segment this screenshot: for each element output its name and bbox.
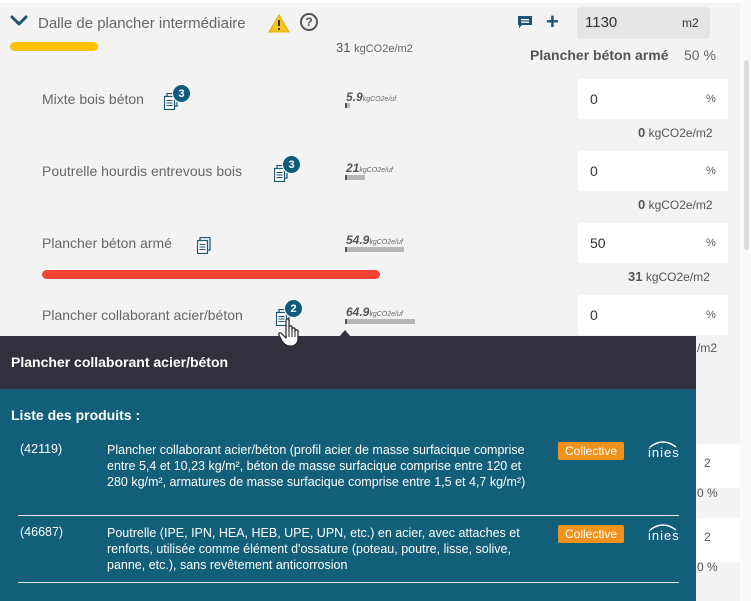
product-id: (46687) xyxy=(20,525,64,539)
row-label: Mixte bois béton xyxy=(42,91,144,107)
row-impact-value: 5.9 xyxy=(346,90,363,104)
product-count-badge[interactable]: 2 xyxy=(284,299,303,318)
section-title[interactable]: Dalle de plancher intermédiaire xyxy=(38,15,246,32)
popover-title: Plancher collaborant acier/béton xyxy=(11,354,229,370)
product-count-badge[interactable]: 3 xyxy=(172,84,191,103)
row-result: 0 kgCO2e/m2 xyxy=(638,125,713,140)
row-result-unit: /m2 xyxy=(697,341,718,355)
section-impact: 31 kgCO2e/m2 xyxy=(336,40,413,55)
product-id: (42119) xyxy=(20,442,63,456)
product-tag: Collective xyxy=(558,525,625,543)
row-label: Plancher béton armé xyxy=(42,235,172,251)
row-impact-value: 64.9 xyxy=(346,305,370,319)
row-result-unit: kgCO2e/m2 xyxy=(645,270,710,284)
area-unit: m2 xyxy=(682,16,699,30)
background-percent: 0 % xyxy=(697,486,718,500)
percent-value[interactable]: 0 xyxy=(590,91,598,107)
row-impact-bar xyxy=(345,175,365,180)
row-impact-bar xyxy=(345,247,404,252)
row-impact-unit: kgCO2e/uf xyxy=(369,311,403,318)
row-impact-value: 54.9 xyxy=(346,233,370,247)
row-impact-unit: kgCO2e/uf xyxy=(362,96,397,103)
add-icon[interactable]: + xyxy=(546,9,559,35)
product-tag: Collective xyxy=(558,442,625,460)
row-impact-bar xyxy=(345,319,415,324)
row-impact: 64.9kgCO2e/uf xyxy=(346,305,403,319)
product-description: Poutrelle (IPE, IPN, HEA, HEB, UPE, UPN,… xyxy=(107,526,520,572)
product-separator xyxy=(18,515,679,516)
section-impact-unit: kgCO2e/m2 xyxy=(354,43,413,55)
scrollbar-thumb[interactable] xyxy=(744,60,749,250)
comment-icon[interactable] xyxy=(517,15,533,29)
chevron-down-icon[interactable] xyxy=(10,14,28,28)
row-impact-bar xyxy=(345,103,350,108)
row-impact-unit: kgCO2e/uf xyxy=(359,167,393,174)
background-unit: 2 xyxy=(704,456,711,470)
background-card xyxy=(696,444,740,488)
row-result-value: 0 xyxy=(638,197,646,212)
product-count-badge[interactable]: 3 xyxy=(282,155,301,174)
row-label: Plancher collaborant acier/béton xyxy=(42,307,243,323)
background-unit: 2 xyxy=(704,530,711,544)
product-source: inies xyxy=(648,445,680,460)
product-source: inies xyxy=(648,528,680,543)
row-impact: 21kgCO2e/uf xyxy=(346,161,393,175)
row-result-value: 31 xyxy=(628,269,643,284)
row-result-unit: kgCO2e/m2 xyxy=(648,126,713,140)
row-impact: 54.9kgCO2e/uf xyxy=(346,233,403,247)
main-material-percent: 50 % xyxy=(684,47,716,63)
row-result-unit: kgCO2e/m2 xyxy=(648,198,713,212)
hand-cursor-icon xyxy=(278,318,299,347)
row-result: 31 kgCO2e/m2 xyxy=(628,269,710,284)
background-card xyxy=(696,518,740,562)
percent-value[interactable]: 0 xyxy=(590,163,598,179)
percent-unit: % xyxy=(706,309,716,321)
row-result: 0 kgCO2e/m2 xyxy=(638,197,713,212)
percent-unit: % xyxy=(706,93,716,105)
product-separator xyxy=(18,582,679,583)
section-progress-bar xyxy=(10,42,98,51)
row-result-value: 0 xyxy=(638,125,646,140)
warning-icon xyxy=(268,14,290,33)
row-impact-unit: kgCO2e/uf xyxy=(369,239,403,246)
percent-unit: % xyxy=(706,237,716,249)
area-value[interactable]: 1130 xyxy=(585,14,617,31)
row-impact: 5.9kgCO2e/uf xyxy=(346,90,396,104)
top-border xyxy=(0,0,740,3)
main-material-label: Plancher béton armé xyxy=(530,47,669,63)
percent-unit: % xyxy=(706,165,716,177)
percent-value[interactable]: 0 xyxy=(590,307,598,323)
row-share-bar xyxy=(42,270,380,279)
row-impact-value: 21 xyxy=(346,161,360,175)
background-percent: 0 % xyxy=(697,560,718,574)
section-impact-value: 31 xyxy=(336,40,351,55)
row-label: Poutrelle hourdis entrevous bois xyxy=(42,163,243,179)
document-icon[interactable] xyxy=(197,237,211,254)
help-icon[interactable]: ? xyxy=(300,13,318,31)
percent-value[interactable]: 50 xyxy=(590,235,606,251)
popover-subtitle: Liste des produits : xyxy=(11,407,141,423)
product-description: Plancher collaborant acier/béton (profil… xyxy=(107,443,526,489)
